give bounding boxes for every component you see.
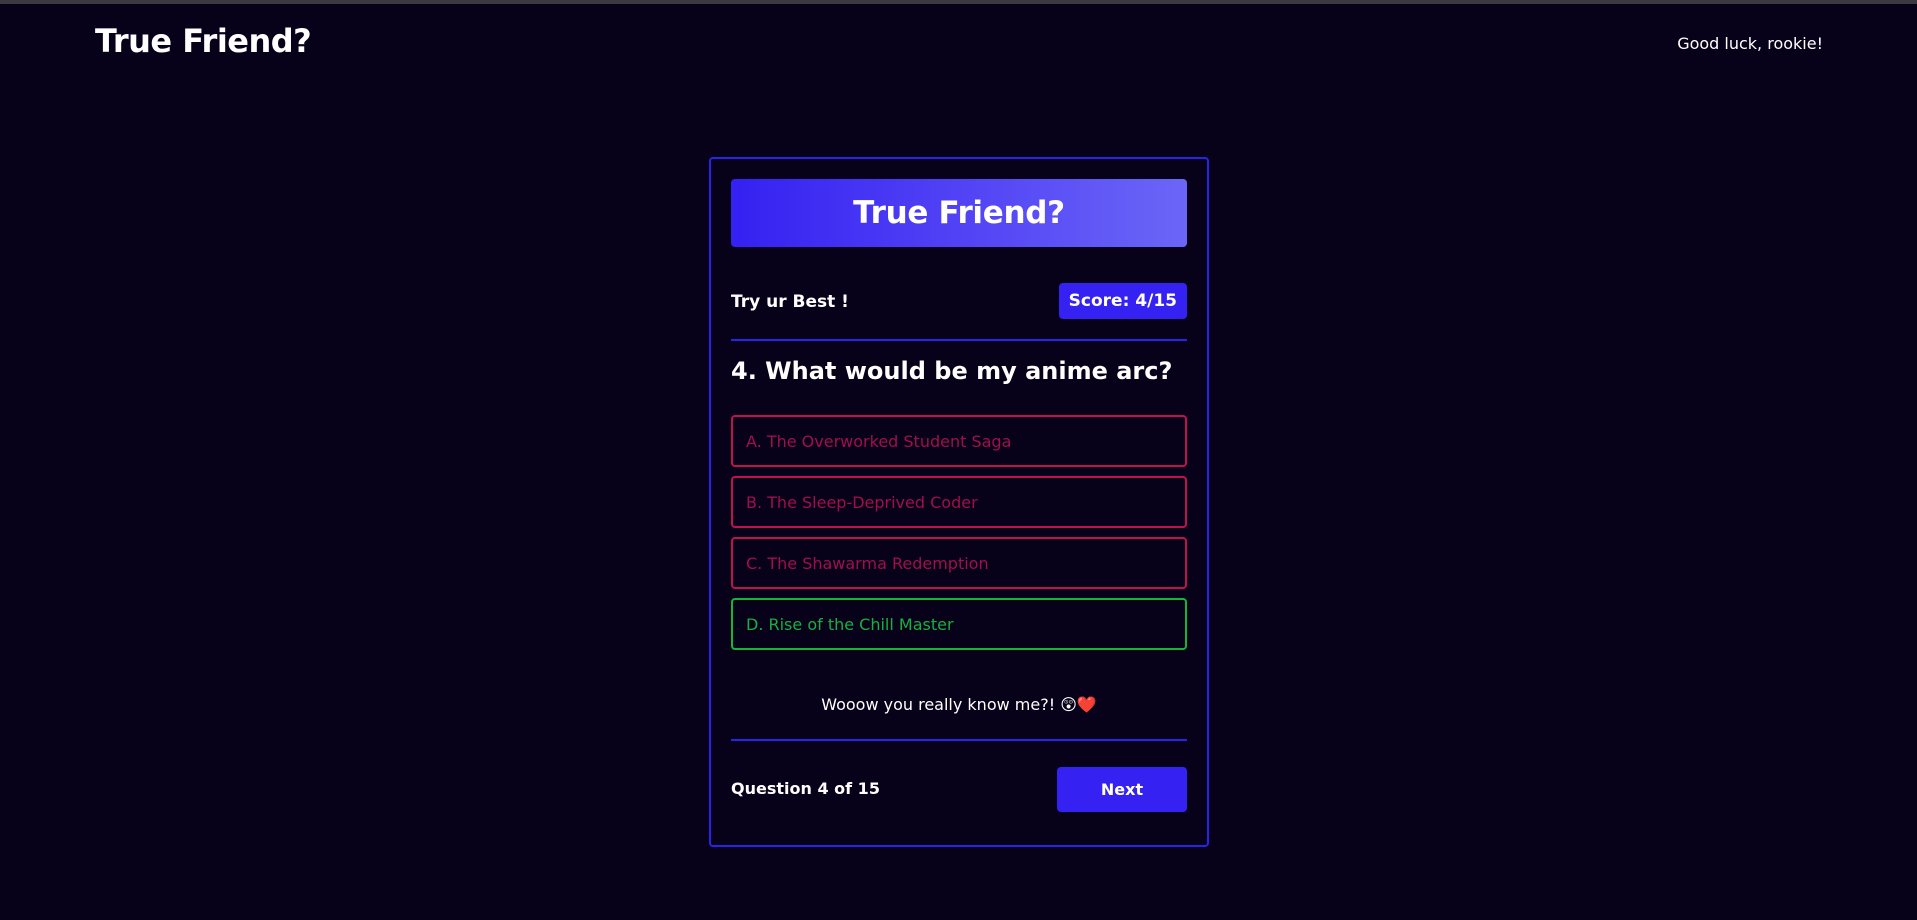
score-badge: Score: 4/15 xyxy=(1058,283,1187,319)
header-greeting: Good luck, rookie! xyxy=(1677,34,1823,53)
meta-row: Try ur Best ! Score: 4/15 xyxy=(731,283,1187,321)
option-b[interactable]: B. The Sleep-Deprived Coder xyxy=(731,476,1187,528)
tagline: Try ur Best ! xyxy=(731,292,849,312)
site-header: True Friend? Good luck, rookie! xyxy=(0,4,1917,84)
footer-row: Question 4 of 15 Next xyxy=(731,767,1187,813)
divider-bottom xyxy=(731,739,1187,741)
next-button[interactable]: Next xyxy=(1057,767,1187,812)
option-a[interactable]: A. The Overworked Student Saga xyxy=(731,415,1187,467)
feedback-message: Wooow you really know me?! 😲❤️ xyxy=(821,695,1097,714)
quiz-card: True Friend? Try ur Best ! Score: 4/15 4… xyxy=(709,157,1209,847)
answer-options: A. The Overworked Student Saga B. The Sl… xyxy=(731,415,1187,659)
question-progress: Question 4 of 15 xyxy=(731,779,880,798)
question-text: 4. What would be my anime arc? xyxy=(731,357,1173,385)
option-d[interactable]: D. Rise of the Chill Master xyxy=(731,598,1187,650)
card-banner: True Friend? xyxy=(731,179,1187,247)
site-title: True Friend? xyxy=(95,22,312,60)
option-c[interactable]: C. The Shawarma Redemption xyxy=(731,537,1187,589)
card-title: True Friend? xyxy=(853,195,1065,231)
divider-top xyxy=(731,339,1187,341)
